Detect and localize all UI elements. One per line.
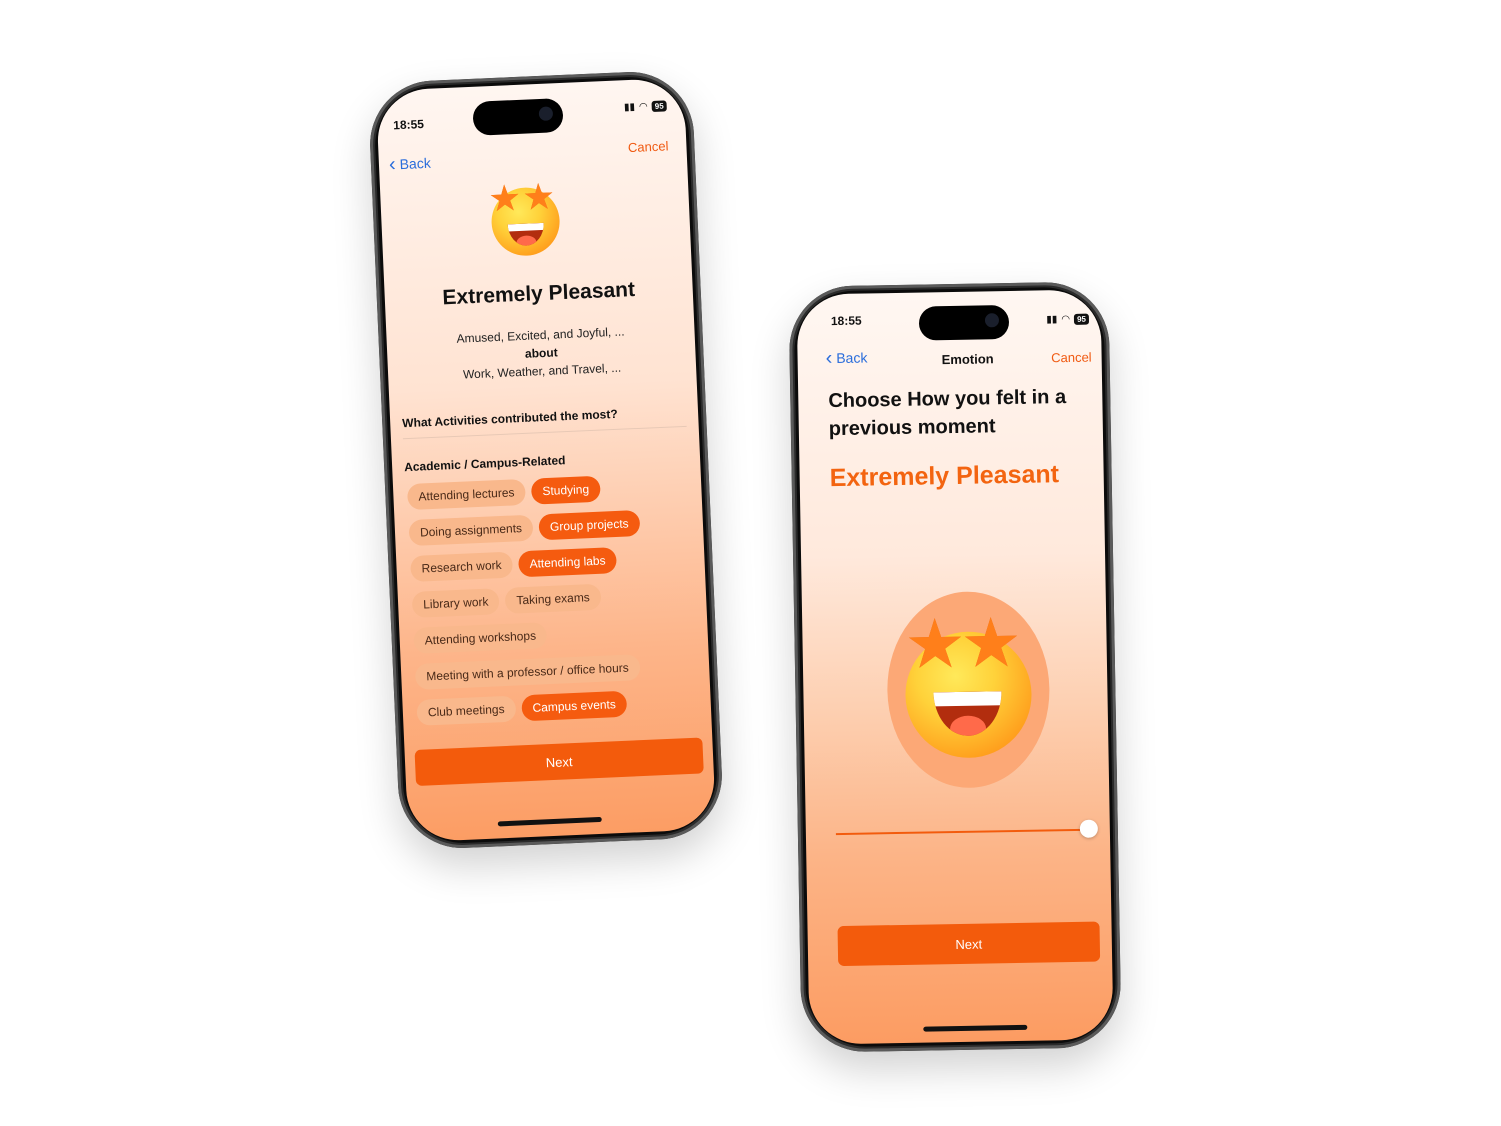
slider-fill: [835, 828, 1089, 836]
activity-chip[interactable]: Research work: [410, 551, 514, 582]
dynamic-island: [918, 305, 1010, 341]
activity-chip[interactable]: Club meetings: [416, 695, 517, 726]
emotion-label: Extremely Pleasant: [829, 460, 1060, 493]
cancel-button[interactable]: Cancel: [1051, 350, 1092, 366]
activity-chip-selected[interactable]: Campus events: [520, 690, 628, 722]
activity-chip-selected[interactable]: Group projects: [538, 509, 641, 541]
back-label: Back: [836, 349, 868, 367]
slider-thumb[interactable]: [1079, 819, 1098, 838]
back-label: Back: [399, 154, 432, 173]
activity-chip-selected[interactable]: Attending labs: [517, 547, 618, 578]
battery-icon: 95: [651, 100, 667, 113]
phone-left-screen: 18:55 ▮▮ ◠ 95 ‹ Back Cancel ★ ★ Extremel…: [375, 77, 717, 843]
phone-right: 18:55 ▮▮ ◠ 95 ‹ Back Emotion Cancel Choo…: [788, 281, 1122, 1053]
activity-chip-list: Attending lectures Studying Doing assignme…: [406, 473, 678, 736]
activity-chip[interactable]: Doing assignments: [408, 514, 534, 547]
phone-left: 18:55 ▮▮ ◠ 95 ‹ Back Cancel ★ ★ Extremel…: [367, 69, 725, 851]
home-indicator: [923, 1024, 1028, 1032]
signal-icon: ▮▮: [1046, 314, 1058, 326]
category-title: Academic / Campus-Related: [403, 453, 566, 475]
chevron-left-icon: ‹: [825, 347, 833, 370]
home-indicator: [497, 816, 602, 827]
activities-question: What Activities contributed the most?: [401, 406, 618, 431]
prompt-line-1: Choose How you felt in a: [828, 386, 1067, 413]
back-button[interactable]: ‹ Back: [825, 347, 868, 370]
activity-chip[interactable]: Library work: [411, 588, 501, 618]
activity-chip[interactable]: Attending workshops: [413, 622, 548, 654]
activity-chip[interactable]: Taking exams: [504, 583, 602, 614]
emotion-heading: Extremely Pleasant: [442, 277, 636, 310]
star-struck-emoji-icon: ★ ★: [486, 175, 565, 261]
wifi-icon: ◠: [638, 101, 649, 113]
prompt-line-2: previous moment: [828, 415, 996, 441]
status-time: 18:55: [830, 313, 862, 329]
status-icons: ▮▮ ◠ 95: [1046, 313, 1090, 326]
activity-chip-selected[interactable]: Studying: [530, 475, 601, 505]
next-button[interactable]: Next: [837, 921, 1101, 967]
nav-title: Emotion: [941, 351, 994, 368]
status-icons: ▮▮ ◠ 95: [624, 100, 667, 113]
signal-icon: ▮▮: [623, 101, 636, 114]
back-button[interactable]: ‹ Back: [388, 153, 432, 176]
chevron-left-icon: ‹: [388, 153, 397, 176]
activity-chip[interactable]: Attending lectures: [406, 478, 527, 511]
next-button[interactable]: Next: [414, 737, 704, 786]
status-time: 18:55: [392, 117, 425, 133]
battery-icon: 95: [1073, 313, 1090, 325]
emotion-slider[interactable]: [835, 819, 1098, 845]
star-struck-emoji-icon: ★ ★: [898, 605, 1037, 761]
cancel-button[interactable]: Cancel: [628, 138, 669, 155]
wifi-icon: ◠: [1061, 313, 1071, 326]
dynamic-island: [472, 97, 564, 136]
phone-right-screen: 18:55 ▮▮ ◠ 95 ‹ Back Emotion Cancel Choo…: [796, 289, 1114, 1045]
